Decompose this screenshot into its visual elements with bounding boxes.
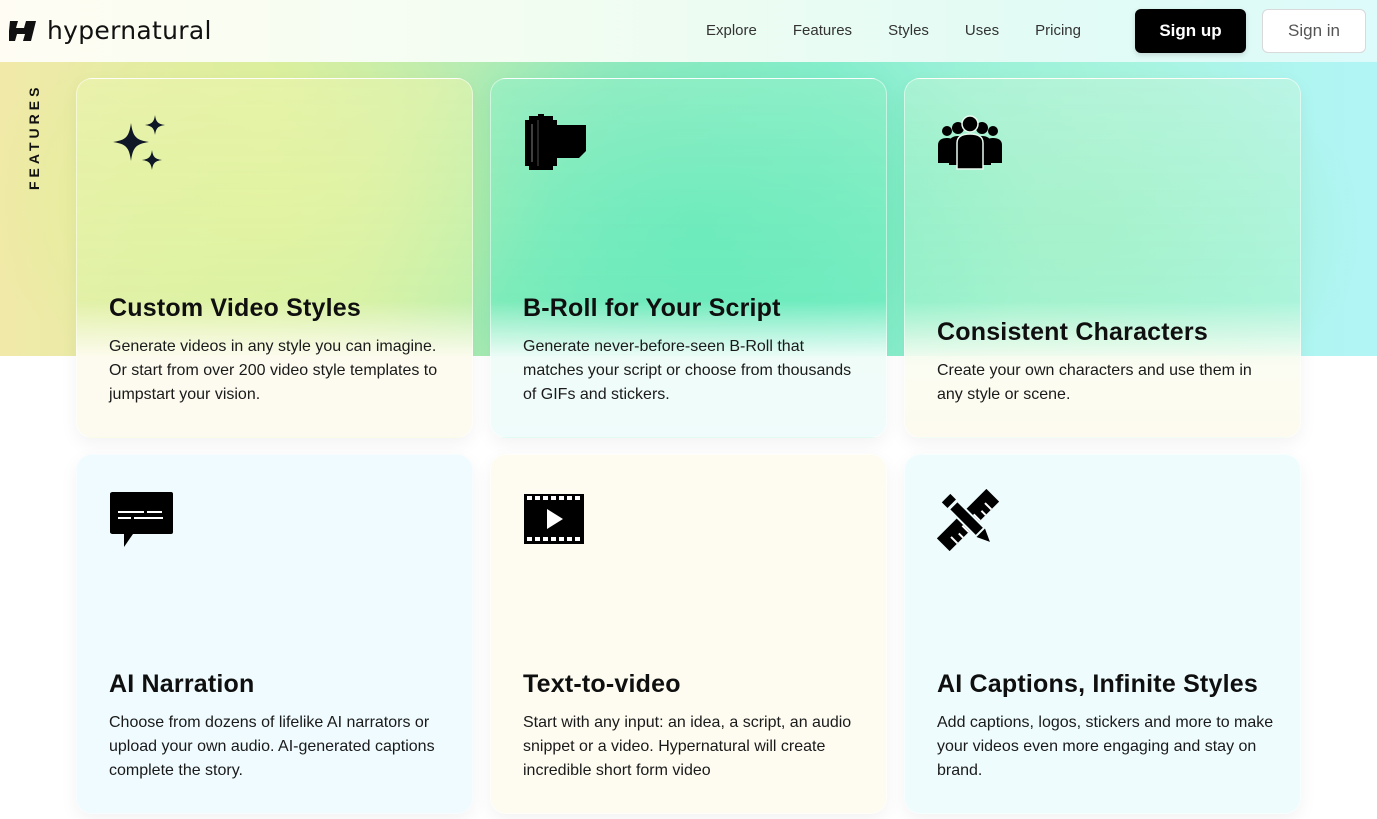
feature-title: AI Captions, Infinite Styles bbox=[937, 670, 1258, 698]
sparkles-icon bbox=[113, 115, 165, 170]
nav-link-features[interactable]: Features bbox=[793, 21, 852, 41]
feature-description: Generate videos in any style you can ima… bbox=[109, 338, 438, 403]
top-navigation: hypernatural Explore Features Styles Use… bbox=[0, 0, 1377, 62]
people-group-icon bbox=[938, 115, 1002, 170]
nav-link-styles[interactable]: Styles bbox=[888, 21, 929, 41]
feature-title: Consistent Characters bbox=[937, 318, 1208, 346]
feature-title: Custom Video Styles bbox=[109, 294, 362, 322]
feature-title: B-Roll for Your Script bbox=[523, 294, 781, 322]
feature-description: Create your own characters and use them … bbox=[937, 362, 1252, 403]
feature-title: AI Narration bbox=[109, 670, 255, 698]
brand-name: hypernatural bbox=[47, 16, 212, 45]
feature-title: Text-to-video bbox=[523, 670, 681, 698]
nav-link-uses[interactable]: Uses bbox=[965, 21, 999, 41]
feature-card-ai-narration: AI Narration Choose from dozens of lifel… bbox=[76, 454, 473, 814]
section-label: FEATURES bbox=[26, 83, 42, 190]
hypernatural-logo-icon bbox=[9, 21, 36, 41]
feature-card-consistent-characters: Consistent Characters Create your own ch… bbox=[904, 78, 1301, 438]
film-roll-icon bbox=[525, 114, 586, 170]
feature-description: Add captions, logos, stickers and more t… bbox=[937, 714, 1274, 779]
feature-card-ai-captions: AI Captions, Infinite Styles Add caption… bbox=[904, 454, 1301, 814]
feature-description: Choose from dozens of lifelike AI narrat… bbox=[109, 714, 435, 779]
sign-up-button[interactable]: Sign up bbox=[1135, 9, 1246, 53]
nav-link-explore[interactable]: Explore bbox=[706, 21, 757, 41]
brand-logo[interactable]: hypernatural bbox=[9, 17, 212, 45]
nav-link-pricing[interactable]: Pricing bbox=[1035, 21, 1081, 41]
feature-card-b-roll: B-Roll for Your Script Generate never-be… bbox=[490, 78, 887, 438]
feature-card-text-to-video: Text-to-video Start with any input: an i… bbox=[490, 454, 887, 814]
feature-description: Start with any input: an idea, a script,… bbox=[523, 714, 852, 779]
feature-card-custom-video-styles: Custom Video Styles Generate videos in a… bbox=[76, 78, 473, 438]
speech-bubble-icon bbox=[110, 492, 173, 547]
film-play-icon bbox=[524, 494, 584, 544]
sign-in-button[interactable]: Sign in bbox=[1262, 9, 1366, 53]
ruler-pencil-icon bbox=[937, 489, 999, 551]
nav-links: Explore Features Styles Uses Pricing bbox=[706, 21, 1117, 41]
feature-description: Generate never-before-seen B-Roll that m… bbox=[523, 338, 852, 403]
